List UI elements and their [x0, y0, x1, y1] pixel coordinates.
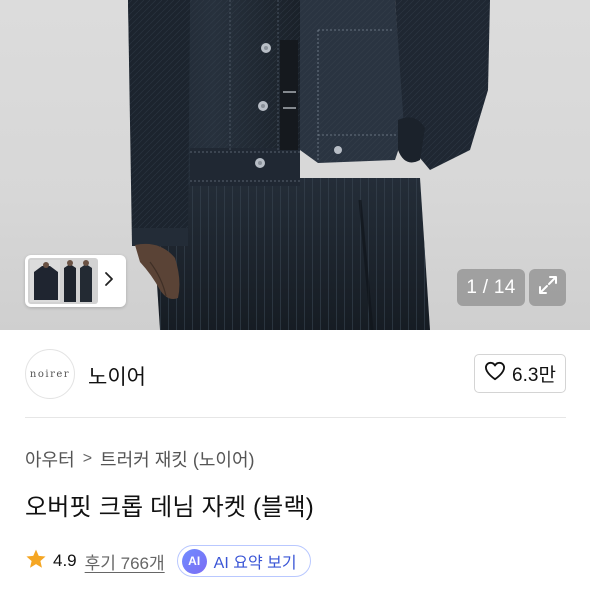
breadcrumb-separator: > [82, 450, 93, 467]
star-icon [25, 548, 47, 575]
expand-arrows-icon [537, 274, 559, 301]
heart-outline-icon [484, 361, 506, 387]
like-button[interactable]: 6.3만 [474, 354, 566, 393]
product-image-gallery[interactable]: 1 / 14 [0, 0, 590, 330]
brand-logo[interactable]: noirer [25, 349, 75, 399]
thumbnail-preview-image [28, 258, 98, 304]
brand-row: noirer 노이어 6.3만 [0, 330, 590, 418]
product-title: 오버핏 크롭 데님 자켓 (블랙) [25, 494, 314, 521]
ai-summary-label: AI 요약 보기 [213, 555, 297, 572]
thumbnail-strip[interactable] [25, 255, 126, 307]
rating-score: 4.9 [53, 551, 77, 570]
breadcrumb-subcategory[interactable]: 트러커 재킷 (노이어) [100, 446, 254, 472]
breadcrumb-category[interactable]: 아우터 [25, 446, 75, 472]
ai-badge-icon: AI [181, 548, 207, 574]
brand-logo-text: noirer [29, 368, 71, 380]
ai-summary-button[interactable]: AI AI 요약 보기 [176, 545, 311, 577]
brand-name[interactable]: 노이어 [88, 361, 146, 391]
rating-row: 4.9 후기 766개 AI AI 요약 보기 [25, 545, 311, 577]
image-counter: 1 / 14 [457, 269, 525, 306]
like-count: 6.3만 [512, 365, 556, 386]
thumbnail-images[interactable] [28, 258, 98, 304]
divider [25, 417, 566, 418]
chevron-right-icon[interactable] [98, 271, 120, 292]
review-count-link[interactable]: 후기 766개 [85, 549, 165, 574]
expand-image-button[interactable] [529, 269, 566, 306]
breadcrumb: 아우터 > 트러커 재킷 (노이어) [25, 446, 255, 472]
